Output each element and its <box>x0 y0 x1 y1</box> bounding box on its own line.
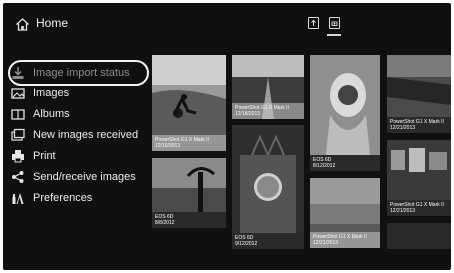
menu-label-import-status: Image import status <box>33 67 130 79</box>
preferences-icon <box>11 191 25 205</box>
active-tab-indicator <box>327 34 341 36</box>
thumbnail-caption: PowerShot G1 X Mark II 12/21/2013 <box>387 200 451 216</box>
thumbnail-caption: EOS 6D 8/8/2012 <box>152 212 226 228</box>
thumbnail-date: 8/12/2012 <box>313 163 336 169</box>
thumbnail-date: 12/21/2013 <box>313 240 339 246</box>
thumbnail-caption: PowerShot G1 X Mark II 12/16/2013 <box>152 135 226 151</box>
home-icon[interactable] <box>16 18 29 31</box>
page-title: Home <box>36 16 69 30</box>
menu-label-send-receive: Send/receive images <box>33 171 136 183</box>
image-thumbnail[interactable]: EOS 6D 8/12/2012 <box>310 55 380 171</box>
menu-label-albums: Albums <box>33 108 70 120</box>
export-icon[interactable] <box>308 17 319 29</box>
image-thumbnail[interactable]: PowerShot G1 X Mark II 12/21/2013 <box>310 178 380 248</box>
thumbnail-date: 8/8/2012 <box>155 220 175 226</box>
menu-item-new-images[interactable]: New images received <box>11 126 138 144</box>
image-thumbnail-partial[interactable] <box>387 223 451 249</box>
thumbnail-date: 12/16/2013 <box>155 143 181 149</box>
thumbnail-caption: EOS 6D 9/12/2012 <box>232 233 304 249</box>
photo-monkey <box>310 55 380 171</box>
thumbnail-caption: PowerShot G1 X Mark II 12/21/2013 <box>310 232 380 248</box>
thumbnail-caption: PowerShot G1 X Mark II 12/21/2013 <box>387 117 451 133</box>
image-thumbnail[interactable]: EOS 6D 9/12/2012 <box>232 125 304 249</box>
menu-label-new-images: New images received <box>33 129 139 141</box>
import-status-icon <box>11 66 25 80</box>
menu-label-images: Images <box>33 87 70 99</box>
images-icon <box>11 86 25 100</box>
menu-item-send-receive[interactable]: Send/receive images <box>11 168 136 186</box>
menu-item-images[interactable]: Images <box>11 84 69 102</box>
printer-icon <box>11 149 25 163</box>
image-thumbnail[interactable]: EOS 6D 8/8/2012 <box>152 158 226 228</box>
thumbnail-date: 12/18/2013 <box>235 111 261 117</box>
image-thumbnail[interactable]: PowerShot G1 X Mark II 12/16/2013 <box>152 55 226 151</box>
menu-item-albums[interactable]: Albums <box>11 105 70 123</box>
image-thumbnail[interactable]: PowerShot G1 X Mark II 12/21/2013 <box>387 55 451 133</box>
new-images-icon <box>11 128 25 142</box>
photo-clock-tower <box>232 125 304 249</box>
thumbnail-date: 12/21/2013 <box>390 125 416 131</box>
albums-icon <box>11 107 25 121</box>
share-icon <box>11 170 25 184</box>
thumbnail-caption: EOS 6D 8/12/2012 <box>310 155 380 171</box>
camera-card-icon[interactable] <box>329 17 340 29</box>
thumbnail-caption: PowerShot G1 X Mark II 12/18/2013 <box>232 103 304 119</box>
image-thumbnail[interactable]: PowerShot G1 X Mark II 12/18/2013 <box>232 55 304 119</box>
menu-label-print: Print <box>33 150 56 162</box>
menu-item-print[interactable]: Print <box>11 147 56 165</box>
thumbnail-date: 9/12/2012 <box>235 241 258 247</box>
menu-item-import-status[interactable]: Image import status <box>11 64 130 82</box>
image-thumbnail[interactable]: PowerShot G1 X Mark II 12/21/2013 <box>387 140 451 216</box>
menu-item-preferences[interactable]: Preferences <box>11 189 92 207</box>
thumbnail-date: 12/21/2013 <box>390 208 416 214</box>
app-screen: Home Image import status Images Albums N… <box>3 3 451 270</box>
menu-label-preferences: Preferences <box>33 192 93 204</box>
